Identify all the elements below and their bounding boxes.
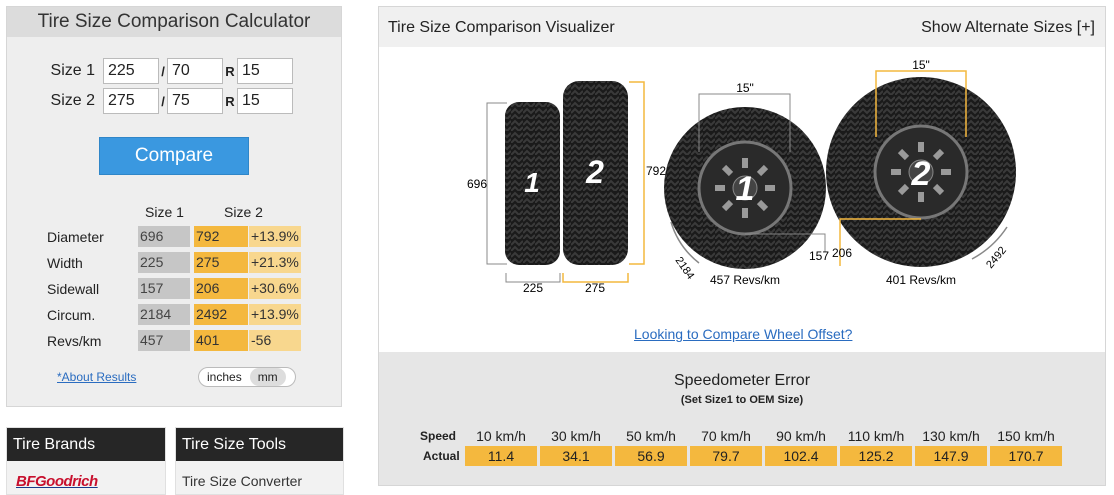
tire-brands-header: Tire Brands — [7, 428, 165, 461]
difference-value: +13.9% — [249, 304, 301, 325]
speed-header: 90 km/h — [776, 428, 826, 444]
units-toggle[interactable]: inches mm — [198, 367, 296, 387]
difference-value: +30.6% — [249, 278, 301, 299]
units-mm-option[interactable]: mm — [249, 368, 286, 386]
tire-visualization: 1 2 696 792 225 275 1 15" 157 2184 457 R… — [467, 58, 1016, 295]
calculator-panel: Tire Size Comparison Calculator Size 1 /… — [6, 6, 342, 407]
size1-rim-input[interactable] — [237, 58, 293, 84]
speed-header: 30 km/h — [551, 428, 601, 444]
actual-speed-value: 56.9 — [615, 446, 687, 466]
tire2-number: 2 — [585, 154, 604, 190]
dia1-bracket — [486, 102, 507, 265]
speed-header: 130 km/h — [922, 428, 980, 444]
visualizer-header: Tire Size Comparison Visualizer Show Alt… — [379, 7, 1105, 47]
wheel1-number: 1 — [736, 170, 755, 208]
size2-label: Size 2 — [50, 92, 95, 109]
actual-speed-value: 11.4 — [465, 446, 537, 466]
show-alternate-sizes-link[interactable]: Show Alternate Sizes [+] — [921, 19, 1095, 37]
speedometer-title: Speedometer Error — [673, 372, 811, 389]
w1-label: 225 — [523, 281, 543, 295]
tire-size-tools-box: Tire Size Tools Tire Size Converter — [175, 427, 344, 495]
size2-aspect-input[interactable] — [167, 88, 223, 114]
speedometer-section: Speedometer Error (Set Size1 to OEM Size… — [379, 352, 1105, 485]
about-results-link[interactable]: *About Results — [57, 370, 136, 384]
actual-speed-value: 102.4 — [765, 446, 837, 466]
r-label: R — [225, 63, 235, 79]
tire-brands-box: Tire Brands BFGoodrich — [6, 427, 166, 495]
r-label: R — [225, 93, 235, 109]
speed-header: 50 km/h — [626, 428, 676, 444]
difference-value: +21.3% — [249, 252, 301, 273]
row-label: Circum. — [47, 307, 96, 323]
results-col2-header: Size 2 — [224, 204, 263, 220]
speed-header: 70 km/h — [701, 428, 751, 444]
units-inches-option[interactable]: inches — [199, 368, 250, 386]
wheel2-revs-label: 401 Revs/km — [886, 273, 956, 287]
w2-label: 275 — [585, 281, 605, 295]
speed-row-label: Speed — [420, 429, 457, 443]
visualizer-title: Tire Size Comparison Visualizer — [388, 19, 615, 36]
tire-size-tools-header: Tire Size Tools — [176, 428, 343, 461]
calculator-title: Tire Size Comparison Calculator — [7, 7, 341, 37]
size2-value: 206 — [194, 278, 248, 299]
size2-value: 792 — [194, 226, 248, 247]
actual-speed-value: 170.7 — [990, 446, 1062, 466]
size2-value: 2492 — [194, 304, 248, 325]
wheel2-sidewall-label: 206 — [832, 246, 852, 260]
wheel1-revs-label: 457 Revs/km — [710, 273, 780, 287]
speed-header: 150 km/h — [997, 428, 1055, 444]
wheel1-sidewall-label: 157 — [809, 249, 829, 263]
wheel1-rim-label: 15" — [736, 81, 754, 95]
size2-value: 275 — [194, 252, 248, 273]
actual-speed-value: 79.7 — [690, 446, 762, 466]
dia1-label: 696 — [467, 177, 487, 191]
speed-header: 10 km/h — [476, 428, 526, 444]
tire1-number: 1 — [524, 167, 540, 198]
bfgoodrich-logo-text: BFGoodrich — [16, 473, 98, 490]
wheel2-rim-label: 15" — [912, 58, 930, 72]
size2-width-input[interactable] — [103, 88, 159, 114]
size1-value: 157 — [138, 278, 190, 299]
dia2-bracket — [629, 81, 645, 265]
row-label: Diameter — [47, 229, 104, 245]
size1-aspect-input[interactable] — [167, 58, 223, 84]
size2-rim-input[interactable] — [237, 88, 293, 114]
size1-value: 2184 — [138, 304, 190, 325]
size1-value: 457 — [138, 330, 190, 351]
speed-header: 110 km/h — [847, 428, 905, 444]
size1-label: Size 1 — [50, 62, 95, 79]
size1-row: Size 1 / R — [7, 58, 293, 84]
size2-row: Size 2 / R — [7, 88, 293, 114]
visualizer-canvas: 1 2 696 792 225 275 1 15" 157 2184 457 R… — [379, 47, 1105, 352]
actual-speed-value: 34.1 — [540, 446, 612, 466]
tool-link-converter[interactable]: Tire Size Converter — [182, 473, 302, 489]
actual-row-label: Actual — [423, 449, 460, 463]
row-label: Width — [47, 255, 83, 271]
compare-button[interactable]: Compare — [99, 137, 249, 175]
size2-value: 401 — [194, 330, 248, 351]
slash: / — [161, 63, 165, 79]
wheel1-circ-label: 2184 — [673, 255, 697, 282]
actual-speed-value: 147.9 — [915, 446, 987, 466]
compare-wheel-offset-link[interactable]: Looking to Compare Wheel Offset? — [634, 326, 852, 342]
size1-value: 696 — [138, 226, 190, 247]
dia2-label: 792 — [646, 164, 666, 178]
bfgoodrich-logo[interactable]: BFGoodrich — [16, 473, 98, 490]
visualizer-panel: Tire Size Comparison Visualizer Show Alt… — [378, 6, 1106, 486]
results-col1-header: Size 1 — [145, 204, 184, 220]
size1-width-input[interactable] — [103, 58, 159, 84]
actual-speed-value: 125.2 — [840, 446, 912, 466]
difference-value: -56 — [249, 330, 301, 351]
difference-value: +13.9% — [249, 226, 301, 247]
row-label: Revs/km — [47, 333, 102, 349]
row-label: Sidewall — [47, 281, 100, 297]
wheel2-number: 2 — [911, 155, 931, 193]
size1-value: 225 — [138, 252, 190, 273]
speedometer-subtitle: (Set Size1 to OEM Size) — [680, 394, 804, 406]
slash: / — [161, 93, 165, 109]
